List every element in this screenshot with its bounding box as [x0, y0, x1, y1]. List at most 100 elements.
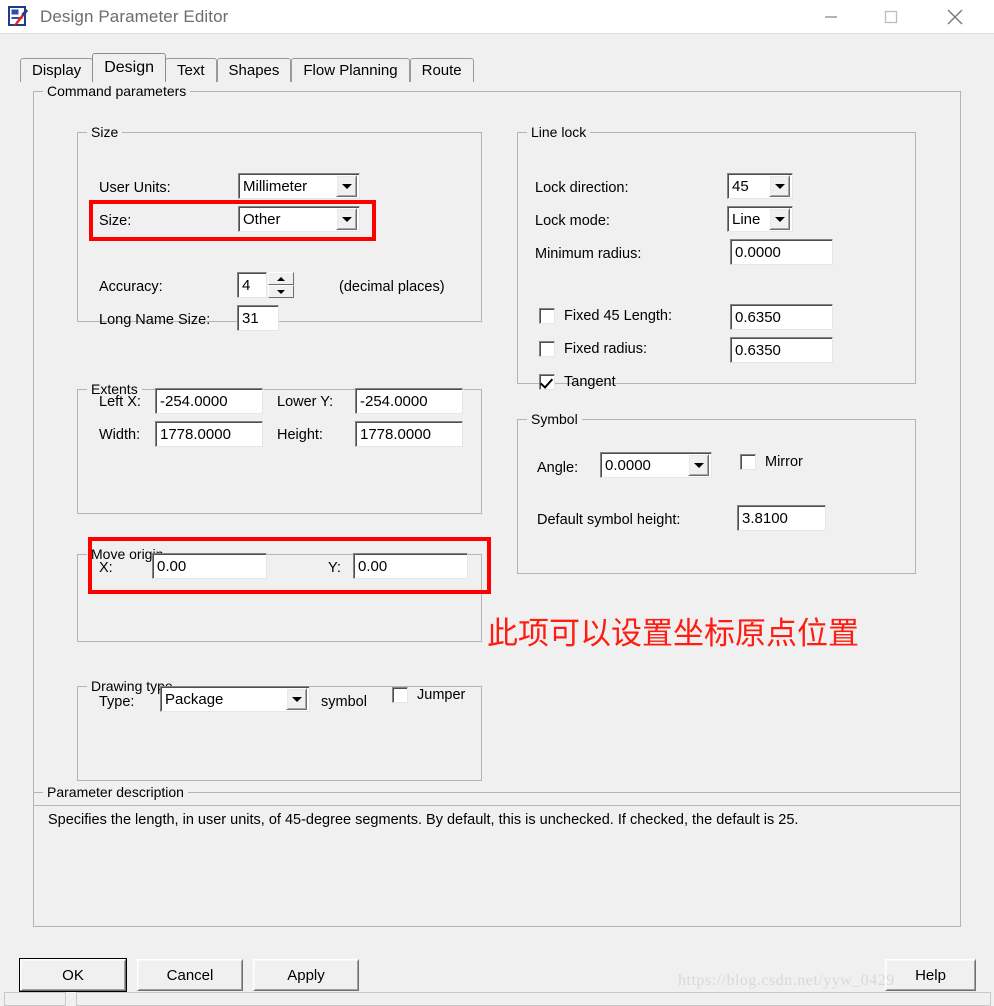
spinner-accuracy-down[interactable] [268, 285, 294, 298]
checkbox-jumper-box[interactable] [392, 687, 408, 703]
watermark: https://blog.csdn.net/yyw_0429 [678, 972, 895, 989]
label-move-origin-x: X: [99, 560, 113, 576]
input-width[interactable]: 1778.0000 [155, 421, 263, 447]
status-bar-cell-left [4, 992, 66, 1006]
input-minimum-radius[interactable]: 0.0000 [730, 239, 833, 265]
label-left-x: Left X: [99, 394, 141, 410]
tab-flow-planning[interactable]: Flow Planning [291, 58, 410, 82]
group-line-lock-title: Line lock [527, 124, 591, 140]
ok-button-label: OK [62, 966, 84, 984]
combo-user-units[interactable]: Millimeter [238, 173, 360, 199]
combo-lock-mode[interactable]: Line [727, 206, 793, 232]
cancel-button[interactable]: Cancel [137, 959, 243, 991]
input-lower-y[interactable]: -254.0000 [355, 388, 463, 414]
tab-text-label: Text [177, 62, 205, 79]
label-default-symbol-height: Default symbol height: [537, 512, 681, 528]
status-bar [0, 992, 994, 1006]
spinner-accuracy-up[interactable] [268, 272, 294, 285]
combo-drawing-type[interactable]: Package [160, 686, 310, 712]
label-size: Size: [99, 213, 132, 229]
combo-lock-direction[interactable]: 45 [727, 173, 793, 199]
label-lower-y: Lower Y: [277, 394, 334, 410]
checkbox-jumper[interactable]: Jumper [392, 687, 465, 703]
combo-lock-direction-value: 45 [732, 177, 749, 195]
input-long-name-size[interactable]: 31 [237, 305, 279, 331]
checkbox-fixed-45-length-box[interactable] [539, 308, 555, 324]
parameter-description-text: Specifies the length, in user units, of … [48, 812, 799, 828]
chevron-down-icon[interactable] [336, 175, 357, 197]
apply-button-label: Apply [287, 966, 325, 984]
cancel-button-label: Cancel [166, 966, 214, 984]
window-title: Design Parameter Editor [40, 6, 229, 26]
combo-size-value: Other [243, 210, 281, 228]
combo-angle-value: 0.0000 [605, 456, 651, 474]
label-user-units: User Units: [99, 180, 171, 196]
combo-size[interactable]: Other [238, 206, 360, 232]
checkbox-fixed-radius-label: Fixed radius: [564, 341, 648, 357]
title-bar: Design Parameter Editor [0, 0, 994, 33]
label-symbol-suffix: symbol [321, 694, 367, 710]
tab-shapes-label: Shapes [228, 62, 280, 79]
label-lock-mode: Lock mode: [535, 213, 610, 229]
checkbox-jumper-label: Jumper [417, 687, 466, 703]
annotation-chinese-note: 此项可以设置坐标原点位置 [487, 616, 859, 652]
group-symbol: Symbol [517, 411, 916, 574]
combo-user-units-value: Millimeter [243, 177, 308, 195]
maximize-icon [884, 10, 898, 23]
checkbox-tangent-box[interactable] [539, 374, 555, 390]
label-angle: Angle: [537, 460, 579, 476]
input-default-symbol-height[interactable]: 3.8100 [737, 505, 826, 531]
minimize-button[interactable] [808, 0, 854, 33]
tab-display-label: Display [32, 62, 82, 79]
tab-text[interactable]: Text [165, 58, 217, 82]
tab-display[interactable]: Display [20, 58, 94, 82]
checkbox-fixed-45-length[interactable]: Fixed 45 Length: [539, 308, 672, 324]
close-icon [947, 9, 963, 24]
minimize-icon [825, 15, 837, 18]
close-button[interactable] [932, 0, 978, 33]
spinner-accuracy[interactable] [268, 272, 294, 298]
group-command-parameters-title: Command parameters [43, 83, 191, 99]
checkbox-tangent[interactable]: Tangent [539, 374, 616, 390]
label-drawing-type: Type: [99, 694, 135, 710]
tab-design[interactable]: Design [92, 53, 166, 82]
label-long-name-size: Long Name Size: [99, 312, 211, 328]
label-width: Width: [99, 427, 141, 443]
maximize-button[interactable] [868, 0, 914, 33]
apply-button[interactable]: Apply [253, 959, 359, 991]
ok-button[interactable]: OK [20, 959, 126, 991]
tab-route-label: Route [421, 62, 462, 79]
tab-shapes[interactable]: Shapes [216, 58, 292, 82]
checkbox-fixed-radius[interactable]: Fixed radius: [539, 341, 647, 357]
input-fixed-45-length[interactable]: 0.6350 [730, 304, 833, 330]
chevron-down-icon[interactable] [688, 454, 709, 476]
input-fixed-radius[interactable]: 0.6350 [730, 337, 833, 363]
help-button[interactable]: Help [885, 959, 976, 991]
input-accuracy[interactable]: 4 [237, 272, 267, 298]
label-minimum-radius: Minimum radius: [535, 246, 642, 262]
tab-strip: Display Design Text Shapes Flow Planning… [20, 53, 474, 82]
chevron-down-icon[interactable] [769, 175, 790, 197]
tab-route[interactable]: Route [409, 58, 474, 82]
input-move-origin-y[interactable]: 0.00 [353, 553, 468, 579]
app-icon [8, 5, 30, 28]
label-accuracy: Accuracy: [99, 279, 163, 295]
help-button-label: Help [915, 966, 946, 984]
checkbox-mirror[interactable]: Mirror [740, 454, 803, 470]
combo-drawing-type-value: Package [165, 690, 224, 708]
checkbox-mirror-label: Mirror [765, 454, 803, 470]
input-left-x[interactable]: -254.0000 [155, 388, 263, 414]
checkbox-mirror-box[interactable] [740, 454, 756, 470]
chevron-down-icon[interactable] [286, 688, 307, 710]
chevron-down-icon[interactable] [769, 208, 790, 230]
group-symbol-title: Symbol [527, 411, 582, 427]
label-decimal-places-hint: (decimal places) [339, 279, 445, 295]
tab-design-label: Design [104, 59, 154, 76]
checkbox-fixed-radius-box[interactable] [539, 341, 555, 357]
input-move-origin-x[interactable]: 0.00 [152, 553, 267, 579]
group-parameter-description: Parameter description Specifies the leng… [33, 784, 961, 927]
status-bar-cell-main [76, 992, 991, 1006]
chevron-down-icon[interactable] [336, 208, 357, 230]
input-height[interactable]: 1778.0000 [355, 421, 463, 447]
combo-angle[interactable]: 0.0000 [600, 452, 712, 478]
